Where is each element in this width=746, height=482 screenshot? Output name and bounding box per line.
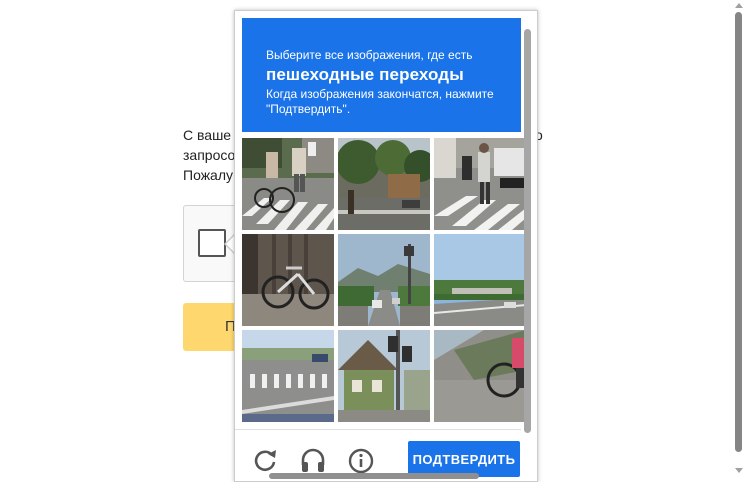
page-scrollbar[interactable] [732,0,746,476]
image-tile-3[interactable] [434,138,526,230]
challenge-scrollbar[interactable] [524,29,532,433]
footer-divider [235,429,521,430]
image-tile-5[interactable] [338,234,430,326]
page-text-line-3: Пожалу [183,167,234,183]
image-tile-8[interactable] [338,330,430,422]
page-text-line-2: запросо [183,147,236,163]
scroll-down-arrow[interactable] [735,468,743,473]
headphones-icon[interactable] [298,445,328,475]
page-scroll-thumb[interactable] [735,12,742,452]
verify-button[interactable]: ПОДТВЕРДИТЬ [408,441,520,477]
challenge-target: пешеходные переходы [266,65,464,84]
challenge-scroll-thumb[interactable] [524,29,531,433]
page-text-line-1: С ваше [183,127,232,143]
captcha-checkbox[interactable] [198,229,226,257]
image-tile-9[interactable] [434,330,526,422]
image-tile-7[interactable] [242,330,334,422]
page-text: С ваше запросо Пожалу [183,125,235,185]
image-tile-2[interactable] [338,138,430,230]
image-grid [242,138,526,425]
challenge-instruction: Выберите все изображения, где есть [266,48,473,62]
info-icon[interactable] [346,445,376,475]
challenge-header: Выберите все изображения, где есть пешех… [242,18,521,132]
captcha-challenge: Выберите все изображения, где есть пешех… [234,10,538,482]
scroll-up-arrow[interactable] [735,3,743,8]
image-tile-6[interactable] [434,234,526,326]
horizontal-scroll-thumb[interactable] [269,473,479,479]
refresh-icon[interactable] [250,445,280,475]
image-tile-1[interactable] [242,138,334,230]
image-tile-4[interactable] [242,234,334,326]
challenge-hint: Когда изображения закончатся, нажмите "П… [266,87,494,116]
